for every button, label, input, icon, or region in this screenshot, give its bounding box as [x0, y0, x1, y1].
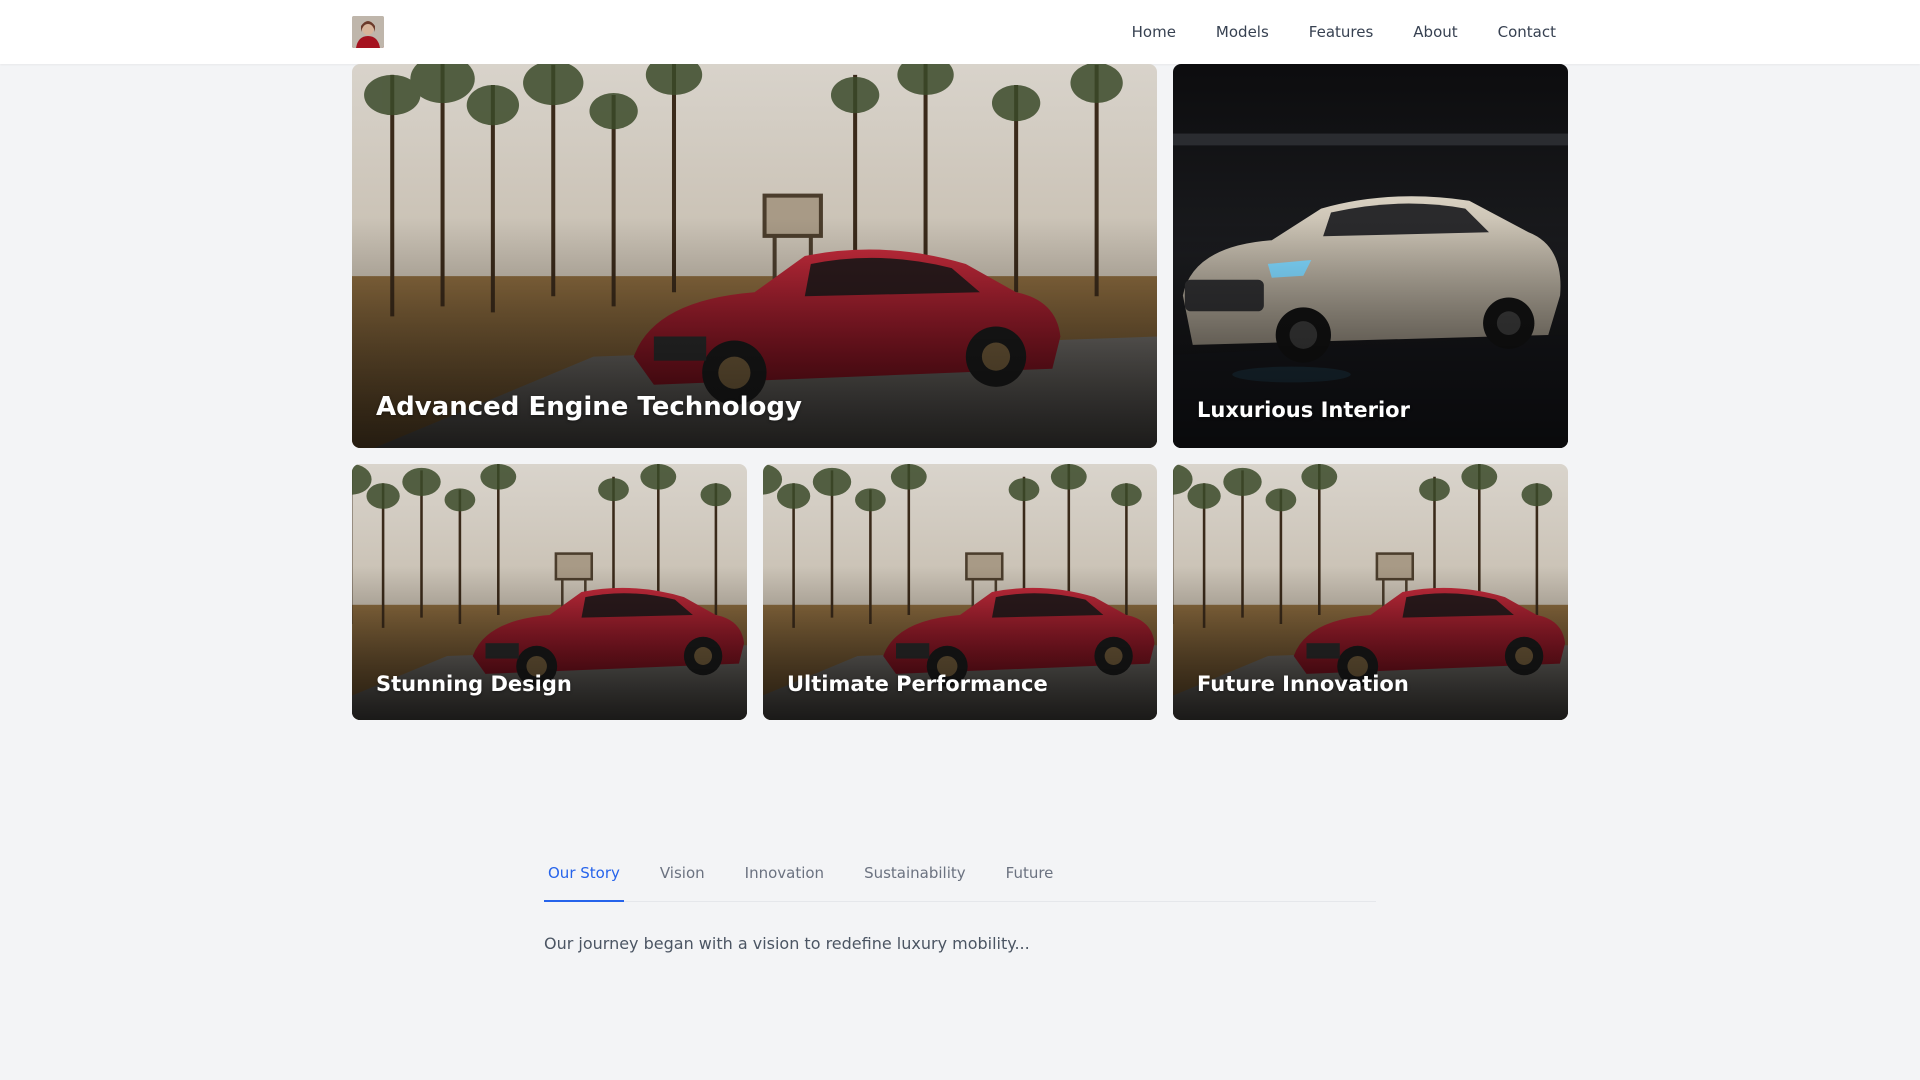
feature-card-design[interactable]: Stunning Design — [352, 464, 747, 720]
card-title: Ultimate Performance — [787, 672, 1048, 696]
card-overlay — [1173, 566, 1568, 720]
feature-card-engine[interactable]: Advanced Engine Technology — [352, 64, 1157, 448]
tab-sustainability[interactable]: Sustainability — [860, 852, 970, 901]
card-overlay — [352, 566, 747, 720]
card-title: Stunning Design — [376, 672, 572, 696]
logo-avatar[interactable] — [352, 16, 384, 48]
feature-card-interior[interactable]: Luxurious Interior — [1173, 64, 1568, 448]
story-tabs: Our Story Vision Innovation Sustainabili… — [544, 852, 1376, 902]
card-title: Future Innovation — [1197, 672, 1409, 696]
tab-panel-text: Our journey began with a vision to redef… — [544, 934, 1030, 953]
nav-features-link[interactable]: Features — [1309, 23, 1374, 41]
tab-innovation[interactable]: Innovation — [741, 852, 828, 901]
tab-future[interactable]: Future — [1002, 852, 1058, 901]
site-header: Home Models Features About Contact — [0, 0, 1920, 64]
card-overlay — [763, 566, 1157, 720]
main-nav: Home Models Features About Contact — [1132, 0, 1556, 64]
nav-models-link[interactable]: Models — [1216, 23, 1269, 41]
nav-contact-link[interactable]: Contact — [1498, 23, 1556, 41]
nav-about-link[interactable]: About — [1413, 23, 1457, 41]
feature-card-performance[interactable]: Ultimate Performance — [763, 464, 1157, 720]
feature-card-innovation[interactable]: Future Innovation — [1173, 464, 1568, 720]
tab-our-story[interactable]: Our Story — [544, 852, 624, 902]
card-title: Luxurious Interior — [1197, 398, 1410, 422]
tab-vision[interactable]: Vision — [656, 852, 709, 901]
card-title: Advanced Engine Technology — [376, 392, 802, 422]
nav-home-link[interactable]: Home — [1132, 23, 1176, 41]
